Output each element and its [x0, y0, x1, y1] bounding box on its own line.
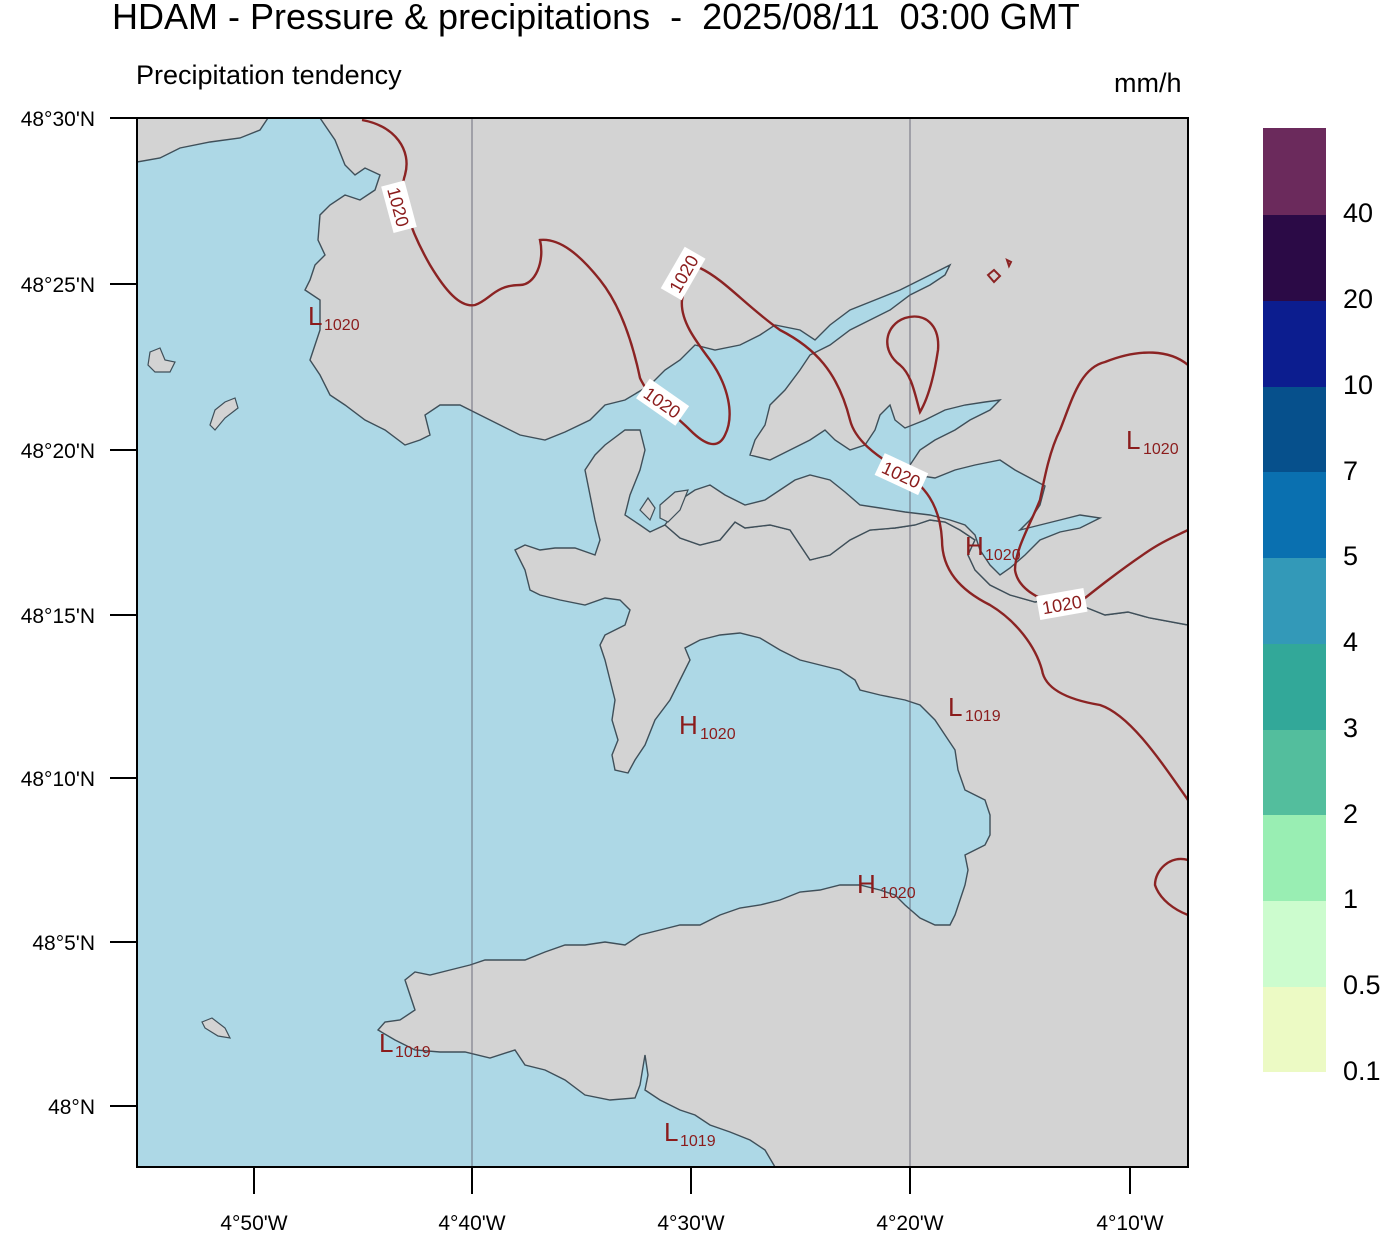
colorbar-swatch-3: [1263, 644, 1326, 730]
lat-label: 48°N: [48, 1096, 95, 1119]
lat-labels: 48°30'N 48°25'N 48°20'N 48°15'N 48°10'N …: [21, 108, 95, 1119]
lon-ticks: [253, 1167, 1131, 1194]
svg-text:1019: 1019: [680, 1133, 716, 1150]
svg-text:1020: 1020: [985, 547, 1021, 564]
lat-label: 48°5'N: [32, 932, 95, 955]
lat-label: 48°15'N: [21, 605, 95, 628]
lat-label: 48°25'N: [21, 274, 95, 297]
colorbar-swatch-40: [1263, 128, 1326, 215]
colorbar-swatch-2: [1263, 730, 1326, 815]
svg-text:1020: 1020: [700, 726, 736, 743]
svg-text:1020: 1020: [1143, 441, 1179, 458]
lon-label: 4°30'W: [657, 1212, 724, 1233]
lon-label: 4°40'W: [438, 1212, 505, 1233]
colorbar-swatch-4: [1263, 558, 1326, 644]
colorbar-label: 2: [1343, 799, 1359, 829]
colorbar-swatch-10: [1263, 301, 1326, 387]
svg-text:1019: 1019: [965, 708, 1001, 725]
svg-text:L: L: [664, 1117, 678, 1147]
svg-text:1019: 1019: [395, 1044, 431, 1061]
lon-label: 4°10'W: [1096, 1212, 1163, 1233]
svg-text:L: L: [308, 301, 322, 331]
colorbar-swatch-20: [1263, 215, 1326, 301]
colorbar-label: 3: [1343, 713, 1359, 743]
map-svg: 1020 1020 1020 1020 1020 L 1020 L 1020 H…: [21, 108, 1189, 1233]
lon-label: 4°50'W: [220, 1212, 287, 1233]
svg-text:H: H: [857, 869, 876, 899]
lat-label: 48°20'N: [21, 440, 95, 463]
colorbar-label: 0.5: [1343, 970, 1381, 1000]
lon-label: 4°20'W: [876, 1212, 943, 1233]
colorbar-swatch-7: [1263, 387, 1326, 472]
colorbar-swatch-5: [1263, 472, 1326, 558]
colorbar-label: 1: [1343, 884, 1359, 914]
colorbar-label: 40: [1343, 198, 1374, 228]
colorbar-swatch-1: [1263, 815, 1326, 901]
svg-text:1020: 1020: [324, 317, 360, 334]
svg-text:L: L: [379, 1028, 393, 1058]
lat-label: 48°30'N: [21, 108, 95, 131]
lon-labels: 4°50'W 4°40'W 4°30'W 4°20'W 4°10'W: [220, 1212, 1163, 1233]
colorbar-label: 7: [1343, 456, 1359, 486]
colorbar-label: 10: [1343, 370, 1374, 400]
colorbar-label: 5: [1343, 541, 1359, 571]
lat-label: 48°10'N: [21, 768, 95, 791]
svg-text:H: H: [965, 531, 984, 561]
svg-text:H: H: [679, 710, 698, 740]
colorbar-label: 20: [1343, 284, 1374, 314]
svg-text:1020: 1020: [880, 885, 916, 902]
colorbar-swatch-0.5: [1263, 901, 1326, 987]
lat-ticks: [110, 117, 137, 1107]
colorbar-label: 0.1: [1343, 1056, 1381, 1086]
colorbar-swatch-0.1: [1263, 987, 1326, 1072]
svg-text:L: L: [948, 692, 962, 722]
colorbar-label: 4: [1343, 627, 1359, 657]
svg-text:L: L: [1126, 425, 1140, 455]
